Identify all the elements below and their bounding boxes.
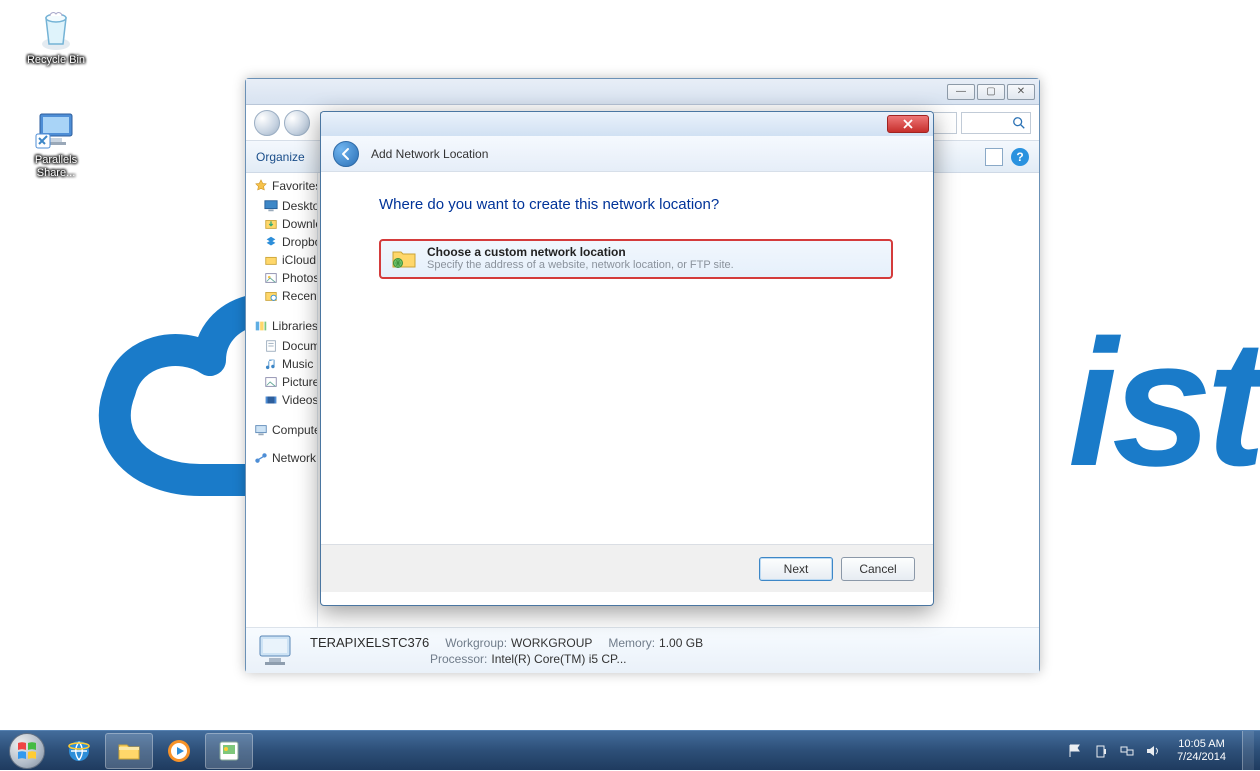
taskbar-clock[interactable]: 10:05 AM 7/24/2014 [1171,738,1232,764]
computer-name: TERAPIXELSTC376 [310,635,429,650]
explorer-sidebar: Favorites Desktop Downloads Dropbox iClo… [246,173,318,627]
processor-label: Processor: [430,652,487,666]
windows-logo-icon [16,740,38,762]
taskbar: 10:05 AM 7/24/2014 [0,730,1260,770]
music-icon [264,357,278,371]
option-subtitle: Specify the address of a website, networ… [427,259,734,271]
cancel-button[interactable]: Cancel [841,557,915,581]
sidebar-computer[interactable]: Computer [254,423,317,437]
explorer-search-box[interactable] [961,112,1031,134]
sidebar-item-label: Pictures [282,375,318,389]
sidebar-item-photos[interactable]: Photos [254,269,317,287]
wizard-close-button[interactable] [887,115,929,133]
sidebar-item-label: Documents [282,339,318,353]
sidebar-item-recent[interactable]: Recent Places [254,287,317,305]
sidebar-item-documents[interactable]: Documents [254,337,317,355]
app-icon [216,738,242,764]
option-title: Choose a custom network location [427,245,734,259]
next-button[interactable]: Next [759,557,833,581]
sidebar-item-pictures[interactable]: Pictures [254,373,317,391]
wizard-back-button[interactable] [333,141,359,167]
computer-icon [256,633,296,669]
videos-icon [264,393,278,407]
recent-icon [264,289,278,303]
close-window-button[interactable]: ✕ [1007,84,1035,100]
network-icon [254,451,268,465]
sidebar-item-downloads[interactable]: Downloads [254,215,317,233]
sidebar-item-desktop[interactable]: Desktop [254,197,317,215]
sidebar-favorites-label: Favorites [272,179,318,193]
taskbar-explorer-button[interactable] [105,733,153,769]
custom-network-location-option[interactable]: Choose a custom network location Specify… [379,239,893,279]
sidebar-computer-label: Computer [272,423,318,437]
sidebar-item-label: Downloads [282,217,318,231]
folder-icon [264,253,278,267]
folder-icon [116,738,142,764]
dropbox-icon [264,235,278,249]
volume-icon[interactable] [1145,743,1161,759]
computer-icon [254,423,268,437]
memory-value: 1.00 GB [659,636,703,650]
parallels-share-icon[interactable]: Parallels Share... [18,104,94,180]
start-button[interactable] [0,731,54,771]
wallpaper-text: ist [1068,300,1260,507]
explorer-details-pane: TERAPIXELSTC376 Workgroup: WORKGROUP Mem… [246,627,1039,673]
help-icon[interactable]: ? [1011,148,1029,166]
taskbar-app-button[interactable] [205,733,253,769]
desktop-icon [264,199,278,213]
arrow-left-icon [339,147,353,161]
sidebar-item-icloud[interactable]: iCloud [254,251,317,269]
star-icon [254,179,268,193]
sidebar-libraries-label: Libraries [272,319,318,333]
sidebar-item-label: Music [282,357,313,371]
sidebar-item-dropbox[interactable]: Dropbox [254,233,317,251]
flag-icon[interactable] [1067,743,1083,759]
pictures-icon [264,375,278,389]
workgroup-label: Workgroup: [445,636,507,650]
network-tray-icon[interactable] [1119,743,1135,759]
maximize-button[interactable]: ▢ [977,84,1005,100]
organize-menu[interactable]: Organize [256,150,305,164]
minimize-button[interactable]: — [947,84,975,100]
sidebar-favorites[interactable]: Favorites [254,179,317,193]
wizard-heading: Where do you want to create this network… [379,196,893,213]
close-icon [903,119,913,129]
memory-label: Memory: [608,636,655,650]
network-folder-icon [391,246,417,270]
ie-icon [66,738,92,764]
nav-forward-button[interactable] [284,110,310,136]
recycle-bin-icon[interactable]: Recycle Bin [18,4,94,67]
sidebar-item-label: Photos [282,271,318,285]
sidebar-network-label: Network [272,451,316,465]
nav-back-button[interactable] [254,110,280,136]
wizard-title: Add Network Location [371,147,488,161]
sidebar-network[interactable]: Network [254,451,317,465]
add-network-location-wizard: Add Network Location Where do you want t… [320,111,934,606]
taskbar-time: 10:05 AM [1177,738,1226,751]
sidebar-item-videos[interactable]: Videos [254,391,317,409]
sidebar-item-label: iCloud [282,253,316,267]
sidebar-item-label: Recent Places [282,289,318,303]
search-icon [1012,116,1026,130]
parallels-share-label: Parallels Share... [18,154,94,180]
taskbar-media-player-button[interactable] [155,733,203,769]
preview-pane-icon[interactable] [985,148,1003,166]
workgroup-value: WORKGROUP [511,636,592,650]
sidebar-libraries[interactable]: Libraries [254,319,317,333]
sidebar-item-label: Videos [282,393,318,407]
document-icon [264,339,278,353]
sidebar-item-music[interactable]: Music [254,355,317,373]
sidebar-item-label: Dropbox [282,235,318,249]
power-icon[interactable] [1093,743,1109,759]
processor-value: Intel(R) Core(TM) i5 CP... [491,652,626,666]
libraries-icon [254,319,268,333]
recycle-bin-label: Recycle Bin [27,54,85,67]
show-desktop-button[interactable] [1242,731,1254,771]
media-player-icon [166,738,192,764]
taskbar-ie-button[interactable] [55,733,103,769]
taskbar-date: 7/24/2014 [1177,751,1226,764]
downloads-icon [264,217,278,231]
photos-icon [264,271,278,285]
sidebar-item-label: Desktop [282,199,318,213]
